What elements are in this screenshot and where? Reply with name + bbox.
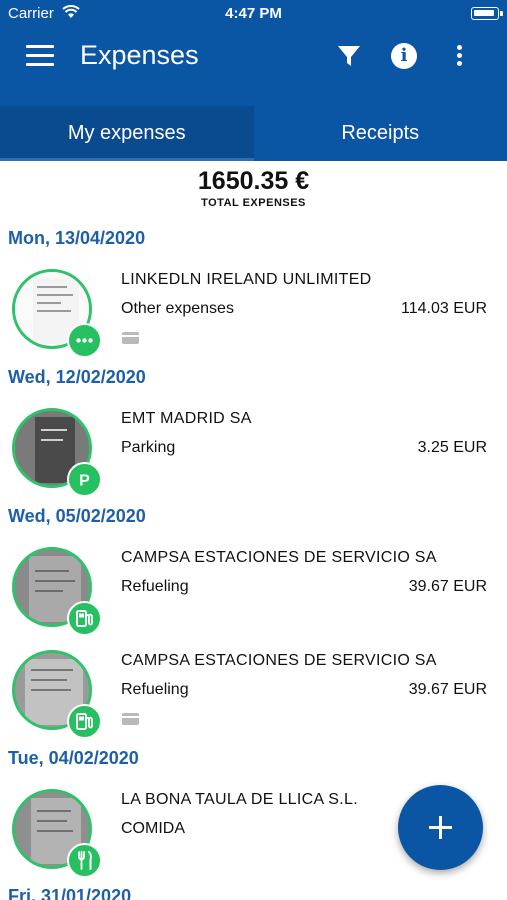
expense-amount: 3.25 EUR [417, 439, 487, 456]
merchant-name: EMT MADRID SA [121, 410, 252, 427]
date-header: Mon, 13/04/2020 [8, 228, 146, 248]
expense-category: COMIDA [121, 820, 185, 837]
svg-text:P: P [79, 473, 90, 490]
status-bar: Carrier 4:47 PM [0, 0, 507, 28]
more-horiz-icon [67, 323, 102, 358]
menu-icon[interactable] [26, 45, 54, 67]
merchant-name: LA BONA TAULA DE LLICA S.L. [121, 791, 358, 808]
plus-icon-vertical [439, 816, 442, 839]
page-title: Expenses [80, 40, 199, 70]
fuel-pump-icon [67, 601, 102, 636]
expense-row[interactable]: CAMPSA ESTACIONES DE SERVICIO SA Refueli… [0, 650, 507, 750]
app-bar: Expenses i [0, 28, 507, 106]
fuel-pump-icon [67, 704, 102, 739]
expense-category: Parking [121, 439, 176, 456]
info-icon[interactable]: i [391, 43, 417, 69]
expense-amount: 114.03 EUR [401, 300, 487, 317]
tab-my-expenses[interactable]: My expenses [0, 106, 254, 161]
expense-row[interactable]: P EMT MADRID SA Parking 3.25 EUR [0, 408, 507, 508]
status-time: 4:47 PM [225, 5, 282, 22]
expense-amount: 39.67 EUR [408, 681, 487, 698]
credit-card-icon [122, 332, 139, 344]
date-header: Tue, 04/02/2020 [8, 748, 139, 768]
parking-icon: P [67, 462, 102, 497]
expense-row[interactable]: LINKEDLN IRELAND UNLIMITED Other expense… [0, 269, 507, 369]
credit-card-icon [122, 713, 139, 725]
date-header: Wed, 12/02/2020 [8, 367, 146, 387]
more-vert-icon[interactable] [450, 43, 468, 69]
expense-category: Refueling [121, 681, 189, 698]
merchant-name: CAMPSA ESTACIONES DE SERVICIO SA [121, 549, 437, 566]
expense-category: Other expenses [121, 300, 234, 317]
restaurant-icon [67, 843, 102, 878]
merchant-name: CAMPSA ESTACIONES DE SERVICIO SA [121, 652, 437, 669]
filter-icon[interactable] [336, 43, 362, 69]
battery-icon [471, 7, 503, 20]
expense-amount: 39.67 EUR [408, 578, 487, 595]
date-header: Wed, 05/02/2020 [8, 506, 146, 526]
total-summary: 1650.35 € TOTAL EXPENSES [0, 167, 507, 209]
tab-bar: My expenses Receipts [0, 106, 507, 161]
expense-category: Refueling [121, 578, 189, 595]
total-label: TOTAL EXPENSES [201, 197, 306, 209]
add-expense-button[interactable] [398, 785, 483, 870]
expense-row[interactable]: CAMPSA ESTACIONES DE SERVICIO SA Refueli… [0, 547, 507, 647]
merchant-name: LINKEDLN IRELAND UNLIMITED [121, 271, 372, 288]
tab-receipts[interactable]: Receipts [254, 106, 507, 161]
total-amount: 1650.35 € [197, 167, 310, 195]
date-header: Fri, 31/01/2020 [8, 886, 132, 900]
